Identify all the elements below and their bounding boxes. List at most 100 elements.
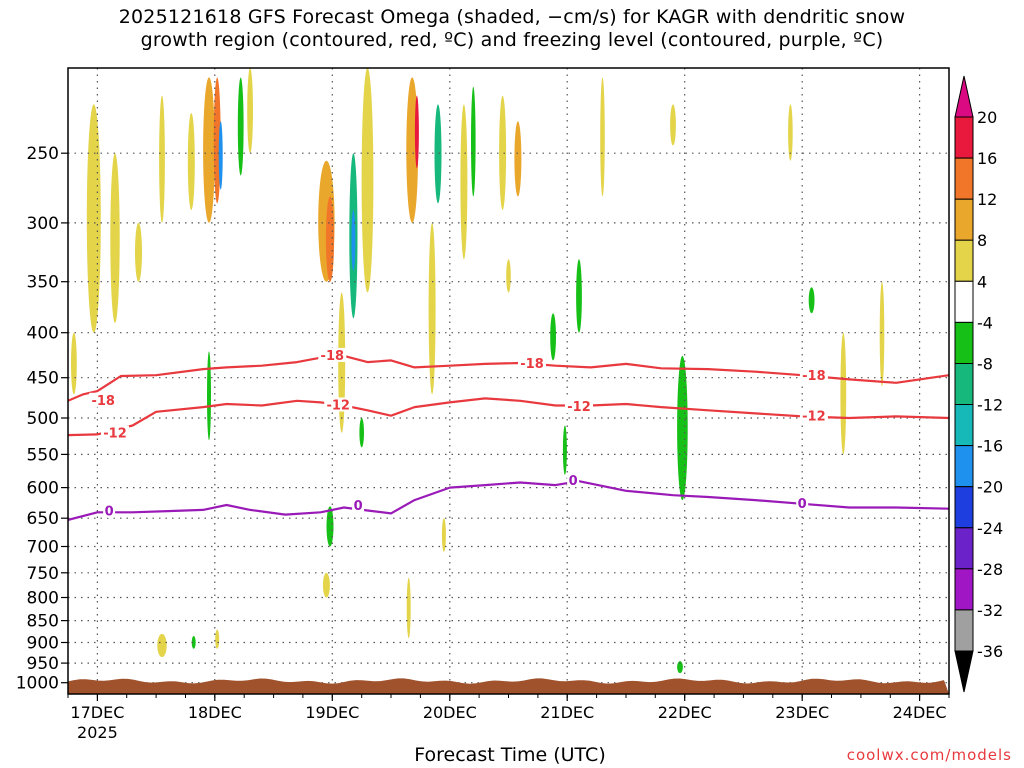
omega-cell	[361, 68, 374, 293]
omega-cell	[600, 77, 605, 197]
x-tick-label: 17DEC	[70, 703, 124, 722]
omega-cell	[428, 222, 436, 395]
colorbar-label: -16	[977, 437, 1003, 456]
contour-label: 0	[569, 474, 578, 489]
y-tick-label: 450	[27, 369, 59, 389]
colorbar-label: -28	[977, 560, 1003, 579]
x-tick-label: 21DEC	[540, 703, 594, 722]
y-tick-label: 550	[27, 445, 59, 465]
omega-cell	[237, 77, 244, 176]
omega-cell	[71, 332, 77, 395]
x-tick-label: 24DEC	[893, 703, 947, 722]
omega-cell	[135, 222, 142, 282]
contour-label: -18	[91, 394, 115, 409]
y-tick-label: 300	[27, 214, 59, 234]
y-tick-label: 800	[27, 589, 59, 609]
y-tick-label: 350	[27, 273, 59, 293]
colorbar-swatch	[954, 321, 974, 364]
colorbar-label: -20	[977, 478, 1003, 497]
colorbar-label: 16	[977, 149, 997, 168]
omega-chart: -18 -18 -18 -18 -12 -12 -12 -12 0 0 0 0 250 300 350 40…	[16, 67, 1003, 742]
colorbar-swatch	[954, 445, 974, 488]
colorbar-swatch	[954, 527, 974, 570]
x-tick-label: 23DEC	[775, 703, 829, 722]
omega-cell	[460, 104, 468, 260]
y-tick-label: 500	[27, 409, 59, 429]
colorbar-top-arrow	[954, 75, 974, 118]
omega-cell	[576, 259, 582, 333]
x-year-label: 2025	[77, 723, 118, 742]
colorbar-label: 20	[977, 108, 997, 127]
omega-cell	[359, 418, 365, 448]
omega-cell	[414, 95, 419, 169]
omega-cell	[406, 577, 411, 639]
y-tick-label: 750	[27, 564, 59, 584]
omega-cell	[215, 629, 220, 649]
contour-label: -18	[802, 369, 826, 384]
contour-label: -18	[321, 349, 345, 364]
x-tick-label: 19DEC	[305, 703, 359, 722]
y-tick-label: 700	[27, 538, 59, 558]
colorbar-swatch	[954, 157, 974, 200]
colorbar: 20 16 12 8 4 -4 -8 -12 -16 -20 -24 -28 -32 -36	[954, 75, 1003, 693]
omega-cell	[499, 95, 507, 210]
colorbar-swatch	[954, 609, 974, 652]
omega-cell	[550, 313, 556, 361]
x-tick-label: 22DEC	[658, 703, 712, 722]
colorbar-bottom-arrow	[954, 650, 974, 693]
colorbar-label: -36	[977, 642, 1003, 661]
y-tick-label: 1000	[16, 674, 59, 694]
contour-label: -18	[520, 357, 544, 372]
omega-cell	[110, 153, 120, 323]
omega-cell	[670, 104, 676, 146]
omega-cell	[86, 104, 101, 333]
contour-label: -12	[567, 400, 591, 415]
omega-cell	[247, 68, 254, 154]
y-tick-label: 250	[27, 144, 59, 164]
y-tick-label: 950	[27, 654, 59, 674]
contour-label: 0	[354, 499, 363, 514]
x-axis-title: Forecast Time (UTC)	[414, 744, 606, 766]
omega-cell	[159, 95, 165, 223]
contour-label: -12	[802, 409, 826, 424]
omega-cell	[157, 633, 167, 658]
colorbar-label: -4	[977, 313, 993, 332]
contour-label: -12	[326, 399, 350, 414]
colorbar-label: 8	[977, 231, 987, 250]
colorbar-label: -24	[977, 519, 1003, 538]
omega-cell	[351, 209, 356, 271]
x-tick-label: 20DEC	[423, 703, 477, 722]
contour-label: 0	[798, 497, 807, 512]
colorbar-swatch	[954, 404, 974, 447]
colorbar-swatch	[954, 363, 974, 406]
omega-cell	[187, 113, 195, 210]
source-credit[interactable]: coolwx.com/models	[847, 746, 1012, 764]
colorbar-label: -32	[977, 601, 1003, 620]
colorbar-label: -8	[977, 355, 993, 374]
x-tick-label: 18DEC	[188, 703, 242, 722]
y-axis: 2503003504004505005506006507007508008509…	[16, 144, 68, 694]
y-tick-label: 850	[27, 612, 59, 632]
colorbar-swatch	[954, 116, 974, 159]
omega-cell	[808, 287, 815, 314]
colorbar-swatch	[954, 486, 974, 529]
colorbar-swatch	[954, 280, 974, 323]
contour-label: -12	[103, 427, 127, 442]
omega-cell	[506, 259, 511, 293]
omega-cell	[471, 86, 476, 197]
omega-cell	[326, 506, 334, 547]
y-tick-label: 650	[27, 509, 59, 529]
contour-label: 0	[105, 505, 114, 520]
x-axis: 17DEC 18DEC 19DEC 20DEC 21DEC 22DEC 23DEC 24DEC…	[67, 694, 950, 742]
omega-cell	[322, 572, 330, 598]
omega-cell	[788, 104, 793, 161]
colorbar-label: 12	[977, 190, 997, 209]
colorbar-label: -12	[977, 396, 1003, 415]
omega-cell	[203, 77, 215, 223]
colorbar-label: 4	[977, 272, 987, 291]
colorbar-swatch	[954, 239, 974, 282]
omega-cell	[562, 425, 567, 475]
omega-cell	[325, 196, 335, 282]
y-tick-label: 600	[27, 479, 59, 499]
omega-cell	[514, 121, 522, 197]
